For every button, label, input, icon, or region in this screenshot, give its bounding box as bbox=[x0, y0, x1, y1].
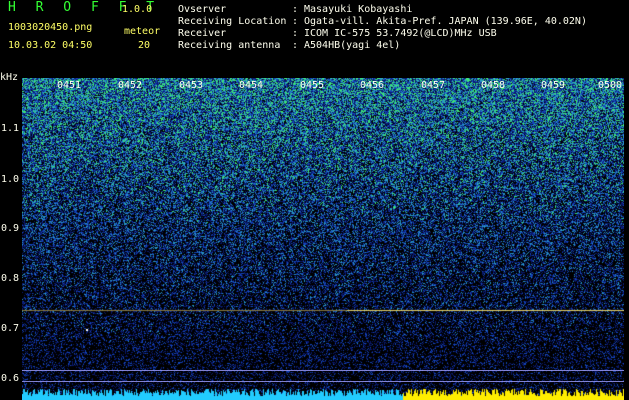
spectrogram-canvas[interactable] bbox=[22, 78, 624, 400]
info-label-antenna: Receiving antenna bbox=[178, 40, 281, 51]
info-sep: : bbox=[292, 40, 299, 51]
y-tick-label: 0.6 bbox=[1, 373, 20, 384]
x-tick-label: 0459 bbox=[541, 80, 566, 91]
x-tick-label: 0452 bbox=[118, 80, 143, 91]
datetime-label: 10.03.02 04:50 bbox=[8, 40, 93, 51]
info-value-location: Ogata-vill. Akita-Pref. JAPAN (139.96E, … bbox=[304, 16, 587, 27]
x-tick-label: 0454 bbox=[239, 80, 264, 91]
header-panel: H R O F F T 1.0.0 1003020450.png meteor … bbox=[0, 0, 629, 78]
y-tick-label: 0.7 bbox=[1, 323, 20, 334]
info-label-observer: Ovserver bbox=[178, 4, 227, 15]
reference-line bbox=[22, 370, 624, 371]
info-value-receiver: ICOM IC-575 53.7492(@LCD)MHz USB bbox=[304, 28, 497, 39]
y-tick-label: 1.1 bbox=[1, 123, 20, 134]
y-axis-unit: kHz bbox=[0, 72, 19, 83]
y-tick-label: 1.0 bbox=[1, 174, 20, 185]
version-label: 1.0.0 bbox=[122, 4, 153, 15]
x-tick-label: 0457 bbox=[421, 80, 446, 91]
x-tick-label: 0458 bbox=[481, 80, 506, 91]
x-tick-label: 0456 bbox=[360, 80, 385, 91]
x-tick-label: 0453 bbox=[179, 80, 204, 91]
info-value-antenna: A504HB(yagi 4el) bbox=[304, 40, 401, 51]
info-sep: : bbox=[292, 16, 299, 27]
info-label-receiver: Receiver bbox=[178, 28, 227, 39]
right-border bbox=[624, 78, 629, 400]
y-tick-label: 0.9 bbox=[1, 223, 20, 234]
info-label-location: Receiving Location bbox=[178, 16, 287, 27]
meteor-count: 20 bbox=[138, 40, 151, 51]
info-sep: : bbox=[292, 28, 299, 39]
reference-line bbox=[22, 381, 624, 382]
y-tick-label: 0.8 bbox=[1, 273, 20, 284]
x-tick-label: 0500 bbox=[598, 80, 623, 91]
spectrogram-plot[interactable] bbox=[22, 78, 624, 400]
x-tick-label: 0455 bbox=[300, 80, 325, 91]
meteor-label: meteor bbox=[124, 26, 161, 37]
info-value-observer: Masayuki Kobayashi bbox=[304, 4, 413, 15]
info-sep: : bbox=[292, 4, 299, 15]
filename-label: 1003020450.png bbox=[8, 22, 93, 33]
x-tick-label: 0451 bbox=[57, 80, 82, 91]
